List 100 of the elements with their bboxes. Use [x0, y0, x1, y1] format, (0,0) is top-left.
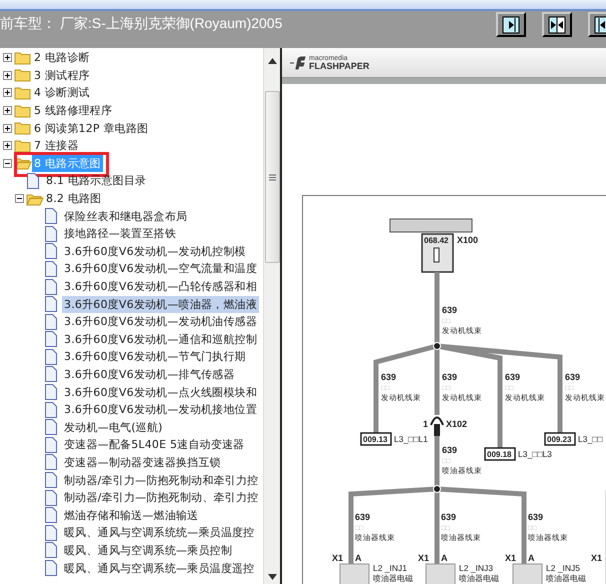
- document-icon: [44, 314, 58, 330]
- tree-item[interactable]: 保险丝表和继电器盒布局: [62, 208, 190, 225]
- document-icon: [44, 560, 58, 576]
- folder-icon: [14, 104, 32, 118]
- diagram-label: 639: [528, 512, 544, 522]
- tree-item[interactable]: 5 线路修理程序: [32, 102, 114, 120]
- injector-connector: [340, 564, 370, 584]
- tree-item[interactable]: 发动机—电气(巡航): [62, 418, 165, 436]
- grip-icon: [268, 174, 276, 180]
- collapse-icon[interactable]: [3, 158, 12, 168]
- diagram-label: A: [528, 553, 534, 563]
- brand-text: FLASHPAPER: [309, 62, 370, 70]
- tree-item[interactable]: 3.6升60度V6发动机—通信和巡航控制: [62, 330, 260, 348]
- folder-icon: [14, 86, 32, 100]
- document-icon: [44, 243, 58, 260]
- document-icon: [44, 278, 58, 295]
- diagram-label: 喷油器电磁: [373, 574, 413, 583]
- diagram-label: 639: [505, 372, 520, 382]
- document-icon: [44, 472, 58, 488]
- tree-item[interactable]: 3.6升60度V6发动机—发动机油传感器: [62, 313, 260, 330]
- tree-item[interactable]: 3.6升60度V6发动机—发动机接地位置: [62, 401, 260, 418]
- tree-item[interactable]: 3.6升60度V6发动机—喷油器，燃油液: [62, 296, 260, 313]
- diagram-label: A: [355, 553, 362, 563]
- document-icon: [44, 507, 58, 524]
- diagram-label: L3_□□L1: [394, 434, 428, 444]
- junction-dot: [433, 342, 441, 350]
- diagram-label: 639: [441, 512, 456, 522]
- tree-item[interactable]: 3 测试程序: [32, 66, 92, 84]
- diagram-label: 喷油器电磁: [459, 574, 499, 583]
- tree-item[interactable]: 6 阅读第12P 章电路图: [32, 120, 150, 137]
- tree-item[interactable]: 2 电路诊断: [32, 49, 92, 66]
- folder-icon: [14, 50, 32, 65]
- injector-connector: [426, 564, 456, 584]
- tree-item[interactable]: 7 连接器: [32, 137, 80, 154]
- tree-item[interactable]: 暖风、通风与空调系统统—乘员温度控: [62, 524, 256, 542]
- tree-item[interactable]: 暖风、通风与空调系统—乘员温度遥控: [62, 560, 256, 577]
- tree-item[interactable]: 8.1 电路示意图目录: [44, 172, 148, 190]
- flashpaper-logo-icon: [288, 56, 306, 70]
- document-icon: [26, 172, 40, 189]
- expand-icon[interactable]: [3, 124, 12, 133]
- document-icon: [44, 260, 58, 277]
- diagram-label: 639: [442, 305, 458, 315]
- expand-icon[interactable]: [3, 53, 12, 62]
- tree-item[interactable]: 暖风、通风与空调系统—乘员控制: [62, 542, 234, 559]
- tree-item[interactable]: 4 诊断测试: [32, 84, 92, 102]
- diagram-label: X1: [418, 553, 430, 563]
- injector-connector: [512, 564, 542, 584]
- tree-item[interactable]: 3.6升60度V6发动机—凸轮传感器和相: [62, 278, 260, 296]
- pane-toggle-button[interactable]: [496, 12, 526, 37]
- diagram-label: 639: [381, 372, 396, 382]
- document-icon: [44, 542, 58, 558]
- junction-dot: [433, 485, 441, 493]
- splice-box: [544, 432, 576, 446]
- document-icon: [44, 208, 58, 224]
- tree-item[interactable]: 制动器/牵引力—防抱死制动和牵引力控: [62, 472, 260, 489]
- expand-icon[interactable]: [3, 88, 12, 98]
- tree-item[interactable]: 3.6升60度V6发动机—点火线圈模块和: [62, 384, 260, 401]
- document-icon: [44, 524, 58, 541]
- document-icon: [44, 226, 58, 242]
- diagram-label: X1: [332, 553, 344, 563]
- diagram-label: 639: [355, 512, 370, 522]
- diagram-label: L3_□□: [578, 434, 602, 444]
- scroll-down-icon[interactable]: [268, 574, 276, 580]
- folder-icon: [14, 138, 32, 153]
- expand-icon[interactable]: [3, 70, 12, 80]
- tree-item[interactable]: 3.6升60度V6发动机—空气流量和温度: [62, 260, 260, 278]
- document-icon: [44, 331, 58, 348]
- diagram-label: X1: [591, 553, 602, 563]
- tree-item[interactable]: 燃油存储和输送—燃油输送: [62, 506, 200, 524]
- collapse-icon[interactable]: [15, 194, 24, 204]
- diagram-label: 009.18: [487, 450, 512, 459]
- document-icon: [44, 436, 58, 453]
- diagram-label: L3_□□L3: [518, 449, 552, 459]
- diagram-label: L2 _INJ1: [373, 563, 408, 573]
- diagram-label: 009.13: [363, 435, 388, 444]
- splice-box: [360, 432, 392, 446]
- tree-item[interactable]: 制动器/牵引力—防抱死制动、牵引力控: [62, 489, 260, 506]
- tree-item[interactable]: 3.6升60度V6发动机—发动机控制模: [62, 242, 248, 260]
- scrollbar[interactable]: [263, 48, 280, 584]
- diagram-label: 068.42: [424, 236, 448, 245]
- pane-toggle-button[interactable]: [542, 12, 572, 37]
- folder-icon: [14, 68, 32, 82]
- diagram-label: 639: [565, 372, 580, 382]
- jumper-icon: [430, 416, 444, 426]
- tree-item[interactable]: 变速器—配备5L40E 5速自动变速器: [62, 436, 246, 454]
- expand-icon[interactable]: [3, 106, 12, 116]
- diagram-label: 639: [442, 445, 458, 455]
- tree-item[interactable]: 8.2 电路图: [44, 190, 104, 208]
- document-icon: [44, 454, 58, 470]
- expand-icon[interactable]: [3, 141, 12, 150]
- folder-icon: [26, 192, 44, 206]
- tree-item[interactable]: 接地路径—装置至搭铁: [62, 225, 178, 242]
- diagram-label: 639: [442, 372, 458, 382]
- tree-item[interactable]: 3.6升60度V6发动机—排气传感器: [62, 366, 237, 383]
- scroll-up-icon[interactable]: [268, 58, 276, 64]
- diagram-label: 1: [423, 419, 428, 429]
- tree-item[interactable]: 3.6升60度V6发动机—节气门执行期: [62, 348, 248, 366]
- document-icon: [44, 384, 58, 400]
- tree-item[interactable]: 变速器—制动器变速器换挡互锁: [62, 454, 223, 471]
- fuse-icon: [434, 248, 440, 262]
